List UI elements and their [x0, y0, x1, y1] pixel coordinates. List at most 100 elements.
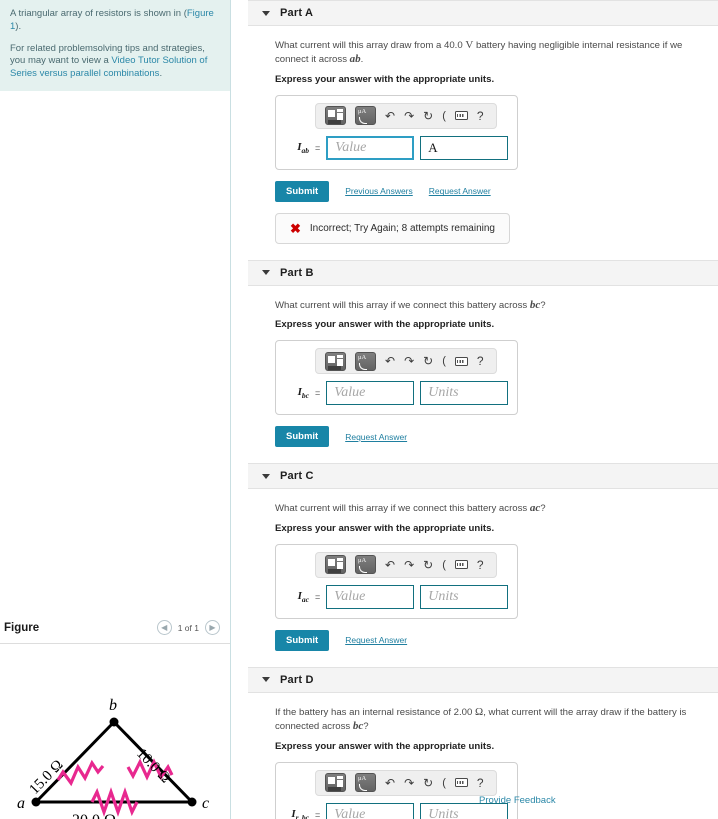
part-c: Part C What current will this array if w… [231, 463, 718, 666]
reset-icon[interactable]: ↻ [423, 355, 433, 367]
parenthesis-icon[interactable]: ( [442, 355, 446, 367]
keyboard-icon[interactable] [454, 778, 468, 788]
part-b-value-input[interactable]: Value [326, 381, 415, 406]
part-b-request-answer-link[interactable]: Request Answer [345, 432, 407, 442]
keyboard-icon[interactable] [454, 356, 468, 366]
part-a-field-row: Iab = Value A [285, 135, 509, 160]
previous-answers-link[interactable]: Previous Answers [345, 186, 413, 196]
undo-icon[interactable]: ↶ [385, 355, 395, 367]
figure-image: b a c 15.0 Ω 10.0 Ω 20.0 Ω [0, 644, 230, 819]
part-d-label: Part D [280, 673, 314, 686]
part-d: Part D If the battery has an internal re… [231, 666, 718, 819]
problem-statement-box: A triangular array of resistors is shown… [0, 0, 230, 92]
tips-text-after: . [159, 68, 163, 80]
help-icon[interactable]: ? [477, 777, 484, 789]
reset-icon[interactable]: ↻ [423, 559, 433, 571]
undo-icon[interactable]: ↶ [385, 559, 395, 571]
units-template-icon[interactable]: μA [355, 106, 376, 126]
units-template-icon[interactable]: μA [355, 555, 376, 575]
math-template-icon[interactable] [325, 351, 346, 371]
part-b-field-row: Ibc = Value Units [285, 381, 509, 406]
reset-icon[interactable]: ↻ [423, 110, 433, 122]
part-a-question: What current will this array draw from a… [275, 39, 683, 66]
part-d-header[interactable]: Part D [248, 666, 718, 693]
part-d-answer-box: μA ↶ ↷ ↻ ( ? Ir, bc = Value Units [275, 761, 519, 819]
part-a: Part A What current will this array draw… [231, 0, 718, 260]
figure-counter: 1 of 1 [177, 622, 199, 633]
keyboard-icon[interactable] [454, 560, 468, 570]
chevron-down-icon[interactable] [262, 677, 270, 683]
part-d-value-input[interactable]: Value [326, 802, 415, 819]
undo-icon[interactable]: ↶ [385, 777, 395, 789]
part-c-header[interactable]: Part C [248, 463, 718, 490]
undo-icon[interactable]: ↶ [385, 110, 395, 122]
part-c-units-input[interactable]: Units [420, 584, 509, 609]
help-icon[interactable]: ? [477, 559, 484, 571]
part-a-request-answer-link[interactable]: Request Answer [429, 186, 491, 196]
part-c-variable-label: Iac [297, 589, 309, 604]
math-toolbar[interactable]: μA ↶ ↷ ↻ ( ? [315, 348, 497, 375]
math-template-icon[interactable] [325, 555, 346, 575]
figure-panel: Figure ◀ 1 of 1 ▶ b a c 15.0 Ω 10.0 Ω [0, 620, 230, 819]
question-variable: bc [529, 298, 541, 311]
parenthesis-icon[interactable]: ( [442, 777, 446, 789]
parenthesis-icon[interactable]: ( [442, 559, 446, 571]
node-a-label: a [17, 795, 25, 812]
math-template-icon[interactable] [325, 773, 346, 793]
chevron-down-icon[interactable] [262, 270, 270, 276]
part-b-header[interactable]: Part B [248, 259, 718, 286]
redo-icon[interactable]: ↷ [404, 355, 414, 367]
chevron-right-icon[interactable]: ▶ [205, 620, 220, 635]
part-a-value-input[interactable]: Value [326, 135, 415, 160]
equals-sign: = [315, 591, 321, 602]
part-c-request-answer-link[interactable]: Request Answer [345, 635, 407, 645]
math-toolbar[interactable]: μA ↶ ↷ ↻ ( ? [315, 551, 497, 578]
parenthesis-icon[interactable]: ( [442, 110, 446, 122]
equals-sign: = [315, 809, 321, 819]
part-b-submit-button[interactable]: Submit [275, 426, 330, 448]
keyboard-icon[interactable] [454, 111, 468, 121]
help-icon[interactable]: ? [477, 110, 484, 122]
part-c-field-row: Iac = Value Units [285, 584, 509, 609]
math-toolbar[interactable]: μA ↶ ↷ ↻ ( ? [315, 769, 497, 796]
part-c-body: What current will this array if we conne… [231, 489, 718, 666]
part-c-value-input[interactable]: Value [326, 584, 415, 609]
redo-icon[interactable]: ↷ [404, 777, 414, 789]
part-b-submit-row: Submit Request Answer [275, 426, 718, 448]
part-a-body: What current will this array draw from a… [231, 26, 718, 260]
chevron-down-icon[interactable] [262, 473, 270, 479]
part-d-question: If the battery has an internal resistanc… [275, 705, 687, 733]
math-template-icon[interactable] [325, 106, 346, 126]
math-toolbar[interactable]: μA ↶ ↷ ↻ ( ? [315, 102, 497, 129]
reset-icon[interactable]: ↻ [423, 777, 433, 789]
part-d-instruction: Express your answer with the appropriate… [275, 740, 495, 752]
question-variable: ab [349, 53, 361, 66]
left-column: A triangular array of resistors is shown… [0, 0, 231, 819]
feedback-text: Incorrect; Try Again; 8 attempts remaini… [309, 222, 495, 234]
part-b-question: What current will this array if we conne… [275, 298, 546, 311]
part-a-instruction: Express your answer with the appropriate… [275, 73, 495, 85]
chevron-left-icon[interactable]: ◀ [156, 620, 172, 635]
units-template-icon[interactable]: μA [355, 773, 376, 793]
part-a-header[interactable]: Part A [248, 0, 718, 26]
feedback-banner: ✖ Incorrect; Try Again; 8 attempts remai… [275, 212, 510, 244]
part-a-units-input[interactable]: A [420, 135, 509, 160]
part-b-units-input[interactable]: Units [420, 381, 509, 406]
redo-icon[interactable]: ↷ [404, 559, 414, 571]
part-b-instruction: Express your answer with the appropriate… [275, 319, 495, 331]
part-c-submit-button[interactable]: Submit [275, 629, 330, 651]
resistor-label-ac: 20.0 Ω [72, 812, 116, 819]
x-mark-icon: ✖ [290, 220, 301, 236]
equals-sign: = [315, 388, 321, 399]
help-icon[interactable]: ? [477, 355, 484, 367]
question-unit: V [465, 39, 474, 51]
parts-column: Part A What current will this array draw… [231, 0, 718, 819]
part-a-submit-button[interactable]: Submit [275, 180, 330, 202]
part-b-answer-box: μA ↶ ↷ ↻ ( ? Ibc = Value Units [275, 340, 519, 416]
redo-icon[interactable]: ↷ [404, 110, 414, 122]
chevron-down-icon[interactable] [262, 10, 270, 16]
provide-feedback-link[interactable]: Provide Feedback [479, 795, 556, 806]
parts-container: Part A What current will this array draw… [231, 0, 718, 819]
units-template-icon[interactable]: μA [355, 351, 376, 371]
part-a-answer-box: μA ↶ ↷ ↻ ( ? Iab = Value A [275, 94, 519, 170]
